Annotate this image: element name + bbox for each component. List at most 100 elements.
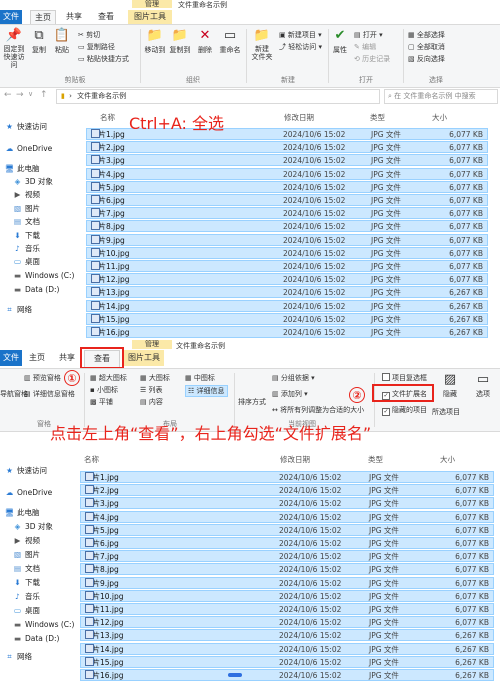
medium-icons-button[interactable]: ▦ 中图标 xyxy=(185,373,215,383)
add-columns-button[interactable]: ▥ 添加列 ▾ xyxy=(272,389,308,399)
hidden-items-toggle[interactable]: ✓ 隐藏的项目 xyxy=(382,405,427,416)
nav-item-2[interactable]: 🖥 此电脑 xyxy=(4,506,40,519)
nav-item-4[interactable]: ▶ 视频 xyxy=(12,188,40,201)
hide-selected-button[interactable]: ▨ 隐藏 xyxy=(438,373,462,399)
table-row[interactable]: 图片12.jpg 2024/10/6 15:02 JPG 文件 6,077 KB xyxy=(80,616,494,629)
nav-item-6[interactable]: ▤ 文档 xyxy=(12,215,40,228)
column-header-size[interactable]: 大小 xyxy=(440,454,455,465)
scroll-indicator[interactable] xyxy=(228,673,242,677)
nav-item-3[interactable]: ◈ 3D 对象 xyxy=(12,175,53,188)
select-none-button[interactable]: ▢ 全部取消 xyxy=(408,42,445,52)
tiles-view-button[interactable]: ▩ 平铺 xyxy=(90,397,113,407)
copy-button[interactable]: ⧉ 复制 xyxy=(30,29,48,55)
tab-file[interactable]: 文件 xyxy=(0,10,22,24)
xl-icons-button[interactable]: ▦ 超大图标 xyxy=(90,373,127,383)
table-row[interactable]: 图片13.jpg 2024/10/6 15:02 JPG 文件 6,267 KB xyxy=(86,286,488,299)
list-view-button[interactable]: ☰ 列表 xyxy=(140,385,163,395)
search-input[interactable]: ⌕ 在 文件重命名示例 中搜索 xyxy=(384,89,498,104)
open-button[interactable]: ▤ 打开 ▾ xyxy=(354,30,383,40)
easy-access-button[interactable]: ⤴ 轻松访问 ▾ xyxy=(279,42,322,52)
invert-selection-button[interactable]: ▧ 反向选择 xyxy=(408,54,445,64)
column-header-date[interactable]: 修改日期 xyxy=(280,454,310,465)
properties-button[interactable]: ✔ 属性 xyxy=(331,29,349,55)
nav-item-7[interactable]: ⬇ 下载 xyxy=(12,576,40,589)
history-button[interactable]: ⟲ 历史记录 xyxy=(354,54,390,64)
table-row[interactable]: 图片14.jpg 2024/10/6 15:02 JPG 文件 6,267 KB xyxy=(80,642,494,655)
delete-button[interactable]: ✕ 删除 xyxy=(196,29,214,55)
nav-item-0[interactable]: ★ 快速访问 xyxy=(4,120,47,133)
nav-item-12[interactable]: ⌗ 网络 xyxy=(4,650,32,663)
copy-to-button[interactable]: 📁 复制到 xyxy=(168,29,192,55)
table-row[interactable]: 图片13.jpg 2024/10/6 15:02 JPG 文件 6,267 KB xyxy=(80,629,494,642)
details-pane-button[interactable]: ▤ 详细信息窗格 xyxy=(24,389,75,399)
back-arrow-icon[interactable]: ← xyxy=(4,90,12,100)
sort-by-button[interactable]: 排序方式 xyxy=(238,397,266,407)
nav-item-5[interactable]: ▧ 图片 xyxy=(12,202,40,215)
table-row[interactable]: 图片10.jpg 2024/10/6 15:02 JPG 文件 6,077 KB xyxy=(80,589,494,602)
table-row[interactable]: 图片9.jpg 2024/10/6 15:02 JPG 文件 6,077 KB xyxy=(86,233,488,246)
tab-share[interactable]: 共享 xyxy=(62,10,86,24)
nav-item-11[interactable]: ▬ Data (D:) xyxy=(12,283,60,296)
tab-picture-tools[interactable]: 图片工具 xyxy=(128,10,172,24)
table-row[interactable]: 图片3.jpg 2024/10/6 15:02 JPG 文件 6,077 KB xyxy=(86,154,488,167)
column-header-size[interactable]: 大小 xyxy=(432,112,447,123)
paste-shortcut-button[interactable]: ▭ 粘贴快捷方式 xyxy=(78,54,129,64)
copy-path-button[interactable]: ▭ 复制路径 xyxy=(78,42,115,52)
nav-item-2[interactable]: 🖥 此电脑 xyxy=(4,162,40,175)
table-row[interactable]: 图片5.jpg 2024/10/6 15:02 JPG 文件 6,077 KB xyxy=(80,523,494,536)
table-row[interactable]: 图片10.jpg 2024/10/6 15:02 JPG 文件 6,077 KB xyxy=(86,246,488,259)
details-view-button[interactable]: ☷ 详细信息 xyxy=(185,385,228,397)
edit-button[interactable]: ✎ 编辑 xyxy=(354,42,376,52)
small-icons-button[interactable]: ▪ 小图标 xyxy=(90,385,118,395)
table-row[interactable]: 图片4.jpg 2024/10/6 15:02 JPG 文件 6,077 KB xyxy=(80,510,494,523)
column-header-name[interactable]: 名称 xyxy=(100,112,115,123)
paste-button[interactable]: 📋 粘贴 xyxy=(52,29,72,55)
table-row[interactable]: 图片5.jpg 2024/10/6 15:02 JPG 文件 6,077 KB xyxy=(86,180,488,193)
table-row[interactable]: 图片3.jpg 2024/10/6 15:02 JPG 文件 6,077 KB xyxy=(80,497,494,510)
nav-item-9[interactable]: ▭ 桌面 xyxy=(12,604,40,617)
preview-pane-button[interactable]: ▥ 预览窗格 xyxy=(24,373,61,383)
table-row[interactable]: 图片9.jpg 2024/10/6 15:02 JPG 文件 6,077 KB xyxy=(80,576,494,589)
column-header-name[interactable]: 名称 xyxy=(84,454,99,465)
table-row[interactable]: 图片12.jpg 2024/10/6 15:02 JPG 文件 6,077 KB xyxy=(86,273,488,286)
select-all-button[interactable]: ▦ 全部选择 xyxy=(408,30,445,40)
nav-item-10[interactable]: ▬ Windows (C:) xyxy=(12,618,75,631)
nav-item-8[interactable]: ♪ 音乐 xyxy=(12,590,40,603)
rename-button[interactable]: ▭ 重命名 xyxy=(218,29,242,55)
table-row[interactable]: 图片8.jpg 2024/10/6 15:02 JPG 文件 6,077 KB xyxy=(86,220,488,233)
forward-arrow-icon[interactable]: → xyxy=(16,90,24,100)
table-row[interactable]: 图片15.jpg 2024/10/6 15:02 JPG 文件 6,267 KB xyxy=(80,655,494,668)
column-header-type[interactable]: 类型 xyxy=(370,112,385,123)
tab-home[interactable]: 主页 xyxy=(30,10,56,25)
nav-item-11[interactable]: ▬ Data (D:) xyxy=(12,632,60,645)
table-row[interactable]: 图片16.jpg 2024/10/6 15:02 JPG 文件 6,267 KB xyxy=(86,326,488,338)
up-arrow-icon[interactable]: ↑ xyxy=(40,90,48,100)
table-row[interactable]: 图片4.jpg 2024/10/6 15:02 JPG 文件 6,077 KB xyxy=(86,167,488,180)
table-row[interactable]: 图片7.jpg 2024/10/6 15:02 JPG 文件 6,077 KB xyxy=(80,550,494,563)
table-row[interactable]: 图片2.jpg 2024/10/6 15:02 JPG 文件 6,077 KB xyxy=(86,141,488,154)
nav-item-9[interactable]: ▭ 桌面 xyxy=(12,255,40,268)
table-row[interactable]: 图片11.jpg 2024/10/6 15:02 JPG 文件 6,077 KB xyxy=(80,603,494,615)
column-header-date[interactable]: 修改日期 xyxy=(284,112,314,123)
nav-item-1[interactable]: ☁ OneDrive xyxy=(4,486,53,499)
table-row[interactable]: 图片7.jpg 2024/10/6 15:02 JPG 文件 6,077 KB xyxy=(86,207,488,220)
address-bar[interactable]: ▮ › 文件重命名示例 xyxy=(56,89,380,104)
nav-item-7[interactable]: ⬇ 下载 xyxy=(12,229,40,242)
tab-picture-tools[interactable]: 图片工具 xyxy=(124,350,164,366)
recent-dropdown-icon[interactable]: ∨ xyxy=(28,90,33,98)
cut-button[interactable]: ✂ 剪切 xyxy=(78,30,100,40)
nav-item-1[interactable]: ☁ OneDrive xyxy=(4,142,53,155)
new-item-button[interactable]: ▣ 新建项目 ▾ xyxy=(279,30,322,40)
content-view-button[interactable]: ▤ 内容 xyxy=(140,397,163,407)
nav-item-6[interactable]: ▤ 文档 xyxy=(12,562,40,575)
move-to-button[interactable]: 📁 移动到 xyxy=(143,29,167,55)
tab-view[interactable]: 查看 xyxy=(94,10,118,24)
nav-item-0[interactable]: ★ 快速访问 xyxy=(4,464,47,477)
pin-quick-access-button[interactable]: 📌 固定到 快速访问 xyxy=(2,29,26,70)
group-by-button[interactable]: ▤ 分组依据 ▾ xyxy=(272,373,315,383)
nav-item-10[interactable]: ▬ Windows (C:) xyxy=(12,269,75,282)
nav-item-3[interactable]: ◈ 3D 对象 xyxy=(12,520,53,533)
table-row[interactable]: 图片1.jpg 2024/10/6 15:02 JPG 文件 6,077 KB xyxy=(80,471,494,483)
new-folder-button[interactable]: 📁 新建 文件夹 xyxy=(249,29,275,62)
column-header-type[interactable]: 类型 xyxy=(368,454,383,465)
